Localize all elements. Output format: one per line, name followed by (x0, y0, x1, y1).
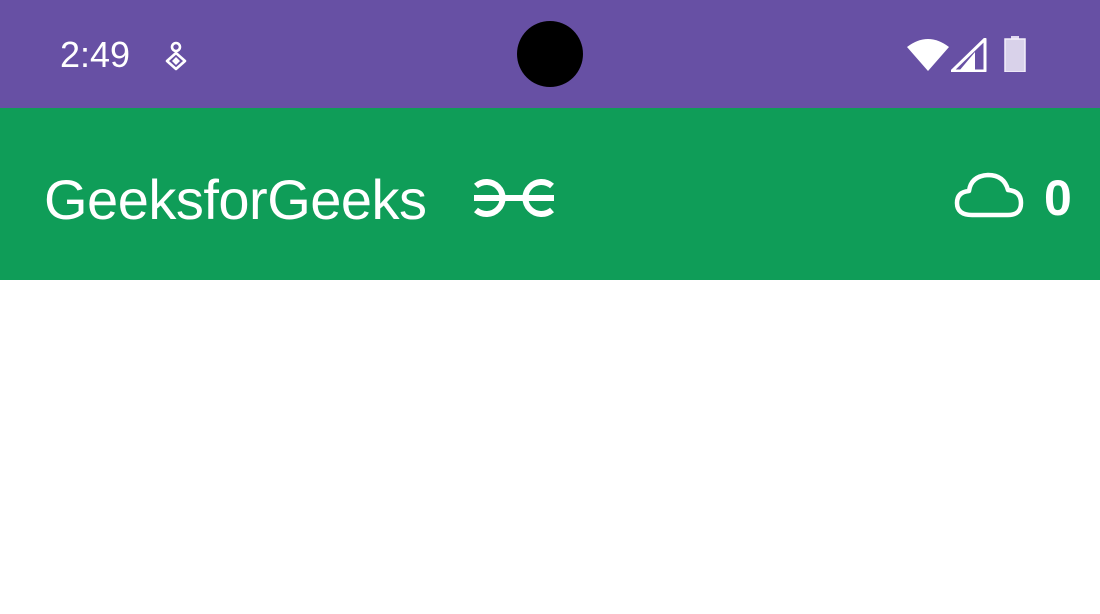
cell-signal-icon (951, 38, 987, 72)
status-time: 2:49 (60, 34, 131, 75)
main-content (0, 280, 1100, 614)
status-bar: 2:49 (0, 0, 1100, 108)
app-bar: GeeksforGeeks 0 (0, 108, 1100, 280)
notification-badge-icon (165, 41, 187, 71)
camera-cutout (517, 21, 583, 87)
wifi-icon (907, 39, 949, 71)
cloud-count: 0 (1044, 170, 1072, 226)
app-title: GeeksforGeeks (44, 168, 427, 231)
gfg-logo-icon (474, 179, 554, 217)
battery-icon (1004, 36, 1026, 72)
cloud-icon[interactable] (954, 172, 1024, 218)
